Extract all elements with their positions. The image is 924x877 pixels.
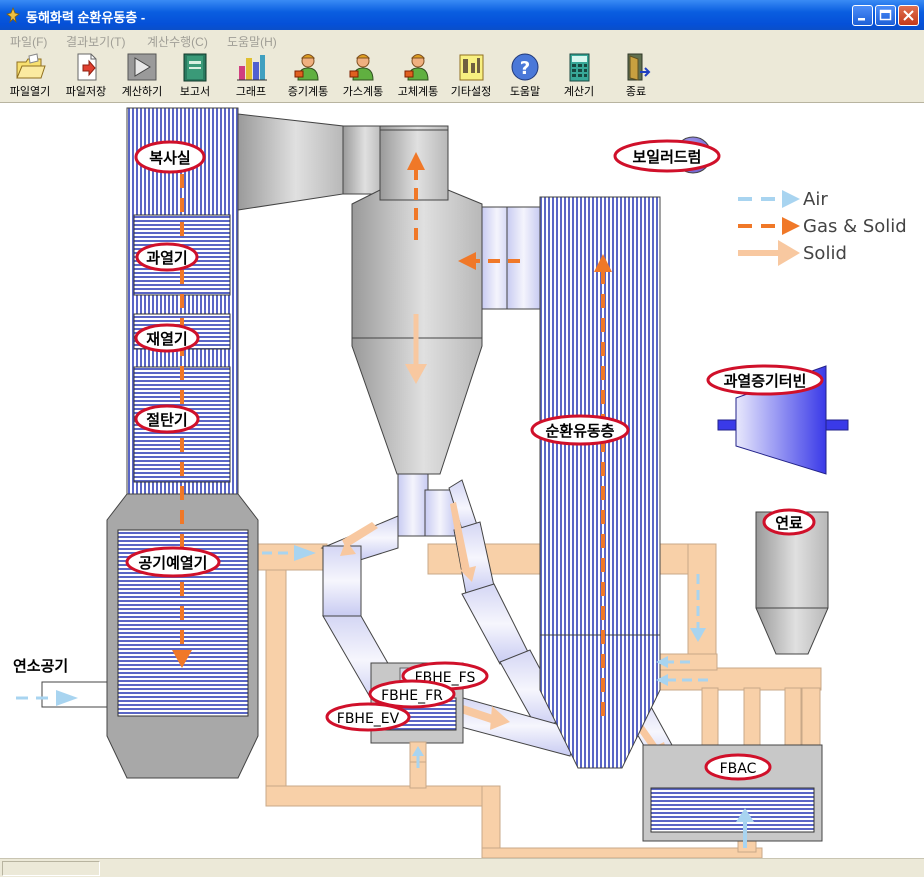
report-button[interactable]: 보고서 — [172, 52, 218, 100]
calculator-icon — [569, 53, 590, 82]
menu-calculate[interactable]: 계산수행(C) — [147, 33, 208, 50]
operator-icon — [294, 54, 319, 81]
app-icon — [6, 7, 20, 23]
legend: Air Gas & Solid Solid — [738, 189, 907, 266]
svg-text:보일러드럼: 보일러드럼 — [632, 148, 701, 166]
legend-solid: Solid — [738, 240, 847, 266]
svg-text:FBAC: FBAC — [720, 761, 757, 777]
run-icon — [127, 53, 157, 81]
svg-text:공기예열기: 공기예열기 — [138, 554, 207, 572]
menu-help[interactable]: 도움말(H) — [227, 33, 277, 50]
combustion-air-label: 연소공기 — [13, 657, 68, 675]
air-preheater-label[interactable]: 공기예열기 — [125, 546, 221, 578]
radiant-chamber-label[interactable]: 복사실 — [134, 140, 206, 174]
svg-text:재열기: 재열기 — [146, 330, 187, 348]
calculator-button[interactable]: 계산기 — [556, 52, 602, 100]
svg-text:연료: 연료 — [775, 514, 803, 532]
boiler-drum-label[interactable]: 보일러드럼 — [613, 139, 721, 173]
maximize-icon — [879, 9, 892, 21]
fuel-label[interactable]: 연료 — [762, 508, 816, 536]
other-settings-button[interactable]: 기타설정 — [445, 52, 497, 100]
svg-text:?: ? — [520, 58, 530, 79]
svg-text:순환유동층: 순환유동층 — [545, 422, 614, 440]
economizer-label[interactable]: 절탄기 — [134, 404, 200, 434]
legend-gas-solid: Gas & Solid — [738, 216, 907, 237]
fbhe-ev-label[interactable]: FBHE_EV — [325, 702, 411, 732]
close-button[interactable] — [898, 5, 919, 26]
backpass-column — [106, 107, 259, 779]
legend-air-label: Air — [803, 189, 828, 210]
reheater-label[interactable]: 재열기 — [134, 323, 200, 353]
svg-text:복사실: 복사실 — [149, 149, 190, 167]
superheater-label[interactable]: 과열기 — [135, 242, 199, 272]
legend-air: Air — [738, 189, 828, 210]
graph-button[interactable]: 그래프 — [228, 52, 274, 100]
svg-text:절탄기: 절탄기 — [146, 411, 187, 429]
exit-button[interactable]: 종료 — [614, 52, 658, 100]
svg-text:FBHE_FR: FBHE_FR — [381, 688, 443, 704]
solid-system-button[interactable]: 고체계통 — [391, 52, 445, 100]
window-title: 동해화력 순환유동층 - — [26, 10, 146, 25]
operator-icon — [349, 54, 374, 81]
operator-icon — [404, 54, 429, 81]
menu-bar: 파일(F) 결과보기(T) 계산수행(C) 도움말(H) — [0, 30, 924, 50]
menu-view-results[interactable]: 결과보기(T) — [66, 33, 125, 50]
title-bar[interactable]: 동해화력 순환유동층 - — [0, 0, 924, 30]
turbine-label[interactable]: 과열증기터빈 — [706, 364, 824, 396]
save-file-button[interactable]: 파일저장 — [59, 52, 113, 100]
exit-door-icon — [627, 53, 651, 81]
bar-graph-icon — [237, 55, 267, 81]
fbhe-fr-label[interactable]: FBHE_FR — [368, 679, 456, 709]
steam-system-button[interactable]: 증기계통 — [281, 52, 335, 100]
close-icon — [903, 10, 914, 21]
settings-icon — [459, 54, 484, 81]
combustion-air-inlet — [16, 681, 108, 708]
folder-open-icon — [16, 53, 46, 79]
legend-gas-solid-label: Gas & Solid — [803, 216, 907, 237]
toolbar: 파일열기 파일저장 계산하기 보고서 그래프 증기계통 가스계통 고체계통 기타… — [0, 50, 924, 103]
open-file-button[interactable]: 파일열기 — [4, 52, 56, 100]
process-diagram: Air Gas & Solid Solid 복사실 과열기 재열기 절탄기 공기… — [13, 107, 907, 858]
menu-file[interactable]: 파일(F) — [10, 33, 47, 50]
fbac-label[interactable]: FBAC — [704, 753, 772, 781]
report-book-icon — [183, 53, 207, 82]
svg-text:과열기: 과열기 — [146, 249, 187, 267]
status-bar — [0, 858, 924, 877]
cfb-label[interactable]: 순환유동층 — [530, 414, 630, 446]
svg-text:과열증기터빈: 과열증기터빈 — [724, 372, 807, 390]
save-file-icon — [77, 53, 97, 81]
gas-system-button[interactable]: 가스계통 — [336, 52, 390, 100]
help-icon: ? — [511, 53, 539, 81]
legend-solid-label: Solid — [803, 243, 847, 264]
process-diagram-canvas: Air Gas & Solid Solid 복사실 과열기 재열기 절탄기 공기… — [4, 103, 920, 858]
svg-text:FBHE_EV: FBHE_EV — [337, 711, 400, 727]
minimize-icon — [858, 18, 865, 21]
minimize-button[interactable] — [852, 5, 873, 26]
cyclone-separator — [351, 129, 541, 537]
maximize-button[interactable] — [875, 5, 896, 26]
calculate-button[interactable]: 계산하기 — [116, 52, 168, 100]
status-panel — [2, 861, 100, 876]
help-button[interactable]: ? 도움말 — [502, 52, 548, 100]
riser-column — [539, 196, 661, 769]
